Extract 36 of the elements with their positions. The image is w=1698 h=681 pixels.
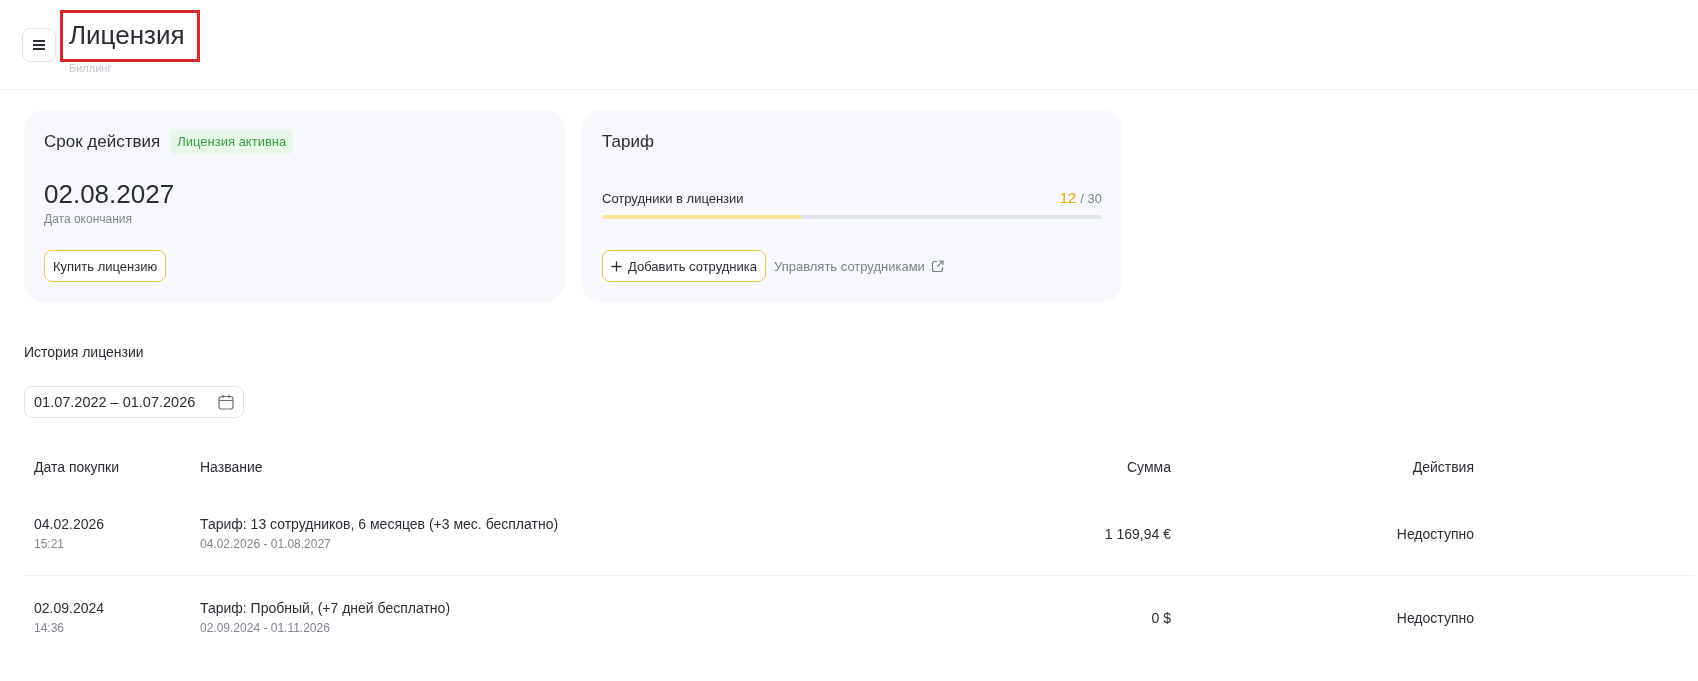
purchase-date: 02.09.2024 <box>34 599 105 617</box>
purchase-time: 14:36 <box>34 621 65 636</box>
end-date: 02.08.2027 <box>44 178 175 210</box>
action-status: Недоступно <box>1396 608 1474 627</box>
tariff-name: Тариф: 13 сотрудников, 6 месяцев (+3 мес. бесплатно) <box>200 515 559 533</box>
external-link-icon <box>930 259 944 273</box>
tariff-name: Тариф: Пробный, (+7 дней бесплатно) <box>200 599 451 617</box>
column-header: Действия <box>1412 459 1474 475</box>
amount: 0 $ <box>1151 608 1171 627</box>
license-period: 02.09.2024 - 01.11.2026 <box>200 621 330 636</box>
page-title: Лицензия <box>69 19 185 52</box>
column-header: Дата покупки <box>34 459 120 475</box>
license-period: 04.02.2026 - 01.08.2027 <box>200 537 331 552</box>
employee-count: 12 <box>1059 189 1077 206</box>
status-badge: Лицензия активна <box>170 130 294 154</box>
purchase-time: 15:21 <box>34 537 65 552</box>
employee-limit: / 30 <box>1080 191 1102 206</box>
card-title: Срок действия <box>44 132 161 152</box>
add-employee-button[interactable]: Добавить сотрудника <box>602 250 766 282</box>
buy-license-button[interactable]: Купить лицензию <box>44 250 167 282</box>
amount: 1 169,94 € <box>1104 524 1171 543</box>
card-title: Тариф <box>602 131 654 153</box>
purchase-date: 04.02.2026 <box>34 515 105 533</box>
employees-label: Сотрудники в лицензии <box>602 191 744 206</box>
date-range-field[interactable]: 01.07.2022 – 01.07.2026 <box>24 386 244 418</box>
column-header: Сумма <box>1127 459 1171 475</box>
menu-button[interactable] <box>22 28 56 62</box>
menu-icon <box>33 40 45 50</box>
manage-employees-link[interactable]: Управлять сотрудниками <box>774 258 944 274</box>
column-header: Название <box>200 459 263 475</box>
calendar-icon <box>218 394 234 410</box>
breadcrumb-text: Биллинг <box>69 62 113 75</box>
action-status: Недоступно <box>1396 524 1474 543</box>
section-title: История лицензии <box>24 343 144 362</box>
plus-icon <box>611 260 622 272</box>
end-date-label: Дата окончания <box>44 211 133 227</box>
